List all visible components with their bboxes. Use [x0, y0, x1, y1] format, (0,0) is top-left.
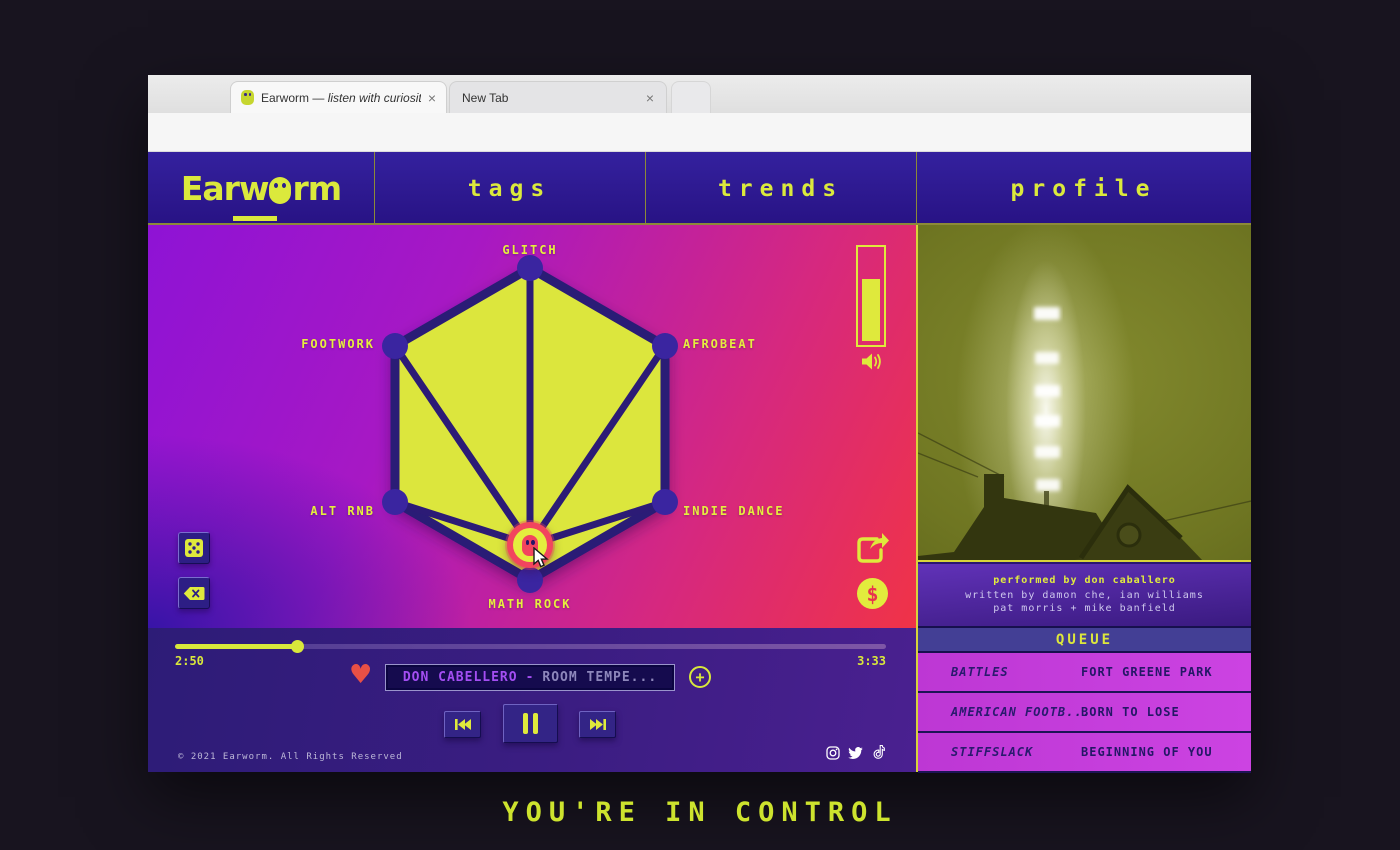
tagline-text: YOU'RE IN CONTROL	[502, 797, 898, 828]
randomize-button[interactable]	[178, 532, 210, 564]
earworm-favicon-icon	[241, 90, 254, 105]
vertex-afrobeat[interactable]	[652, 333, 678, 359]
twitter-icon[interactable]	[848, 747, 863, 760]
queue-track: FORT GREENE PARK	[1081, 665, 1213, 679]
genre-label-glitch: GLITCH	[502, 243, 558, 257]
genre-label-math-rock: MATH ROCK	[488, 597, 572, 611]
right-panel: performed by don caballero written by da…	[916, 225, 1251, 773]
genre-label-footwork: FOOTWORK	[301, 337, 375, 351]
duration-time: 3:33	[857, 654, 886, 668]
progress-thumb[interactable]	[291, 640, 304, 653]
queue-item-battles[interactable]: BATTLES FORT GREENE PARK	[918, 653, 1251, 693]
backspace-icon	[183, 586, 205, 600]
mouse-cursor-icon	[533, 547, 549, 568]
nav-item-tags[interactable]: tags	[374, 152, 645, 225]
vertex-glitch[interactable]	[517, 255, 543, 281]
genre-label-indie-dance: INDIE DANCE	[683, 504, 785, 518]
logo-earworm[interactable]: Earw rm	[148, 152, 374, 225]
queue-item-american-football[interactable]: AMERICAN FOOTB... BORN TO LOSE	[918, 693, 1251, 733]
share-icon[interactable]	[853, 531, 891, 567]
close-icon[interactable]: ×	[646, 90, 654, 106]
queue-artist: STIFFSLACK	[951, 745, 1034, 759]
pause-button[interactable]	[503, 704, 558, 743]
player-bar: 2:50 3:33 ♥ DON CABELLERO - ROOM TEMPE..…	[148, 628, 916, 772]
genre-label-afrobeat: AFROBEAT	[683, 337, 757, 351]
elapsed-time: 2:50	[175, 654, 204, 668]
tab-title: Earworm — listen with curiosity	[261, 90, 421, 105]
tiktok-icon[interactable]	[872, 745, 885, 760]
copyright-text: © 2021 Earworm. All Rights Reserved	[178, 752, 403, 762]
track-name: ROOM TEMPE...	[542, 670, 658, 685]
queue-header: QUEUE	[918, 626, 1251, 653]
pause-icon	[523, 713, 538, 734]
queue-item-stiffslack[interactable]: STIFFSLACK BEGINNING OF YOU	[918, 733, 1251, 773]
queue-track: BORN TO LOSE	[1081, 705, 1180, 719]
queue-track: BEGINNING OF YOU	[1081, 745, 1213, 759]
nav-item-profile[interactable]: profile	[916, 152, 1251, 225]
tab-new-tab[interactable]: New Tab ×	[449, 81, 667, 113]
active-tab-underline	[233, 216, 277, 221]
now-playing-title[interactable]: DON CABELLERO - ROOM TEMPE...	[385, 664, 675, 691]
previous-button[interactable]	[444, 711, 481, 738]
next-icon	[589, 719, 606, 730]
tab-earworm[interactable]: Earworm — listen with curiosity ×	[230, 81, 447, 113]
browser-tab-strip: Earworm — listen with curiosity × New Ta…	[148, 75, 1251, 177]
artist-name: DON CABELLERO	[402, 670, 518, 685]
plus-icon: +	[695, 668, 705, 686]
browser-toolbar: ← → ⟳ http://www.earworm.io ☆ ⋮	[148, 113, 1251, 184]
track-credits: performed by don caballero written by da…	[918, 564, 1251, 626]
volume-fill	[862, 279, 880, 341]
dollar-icon: $	[866, 581, 879, 606]
queue-artist: BATTLES	[951, 665, 1009, 679]
browser-window: Earworm — listen with curiosity × New Ta…	[148, 75, 1251, 773]
written-by-text: written by damon che, ian williams pat mo…	[965, 590, 1204, 614]
add-to-queue-button[interactable]: +	[689, 666, 711, 688]
vertex-alt-rnb[interactable]	[382, 489, 408, 515]
vertex-math-rock[interactable]	[517, 567, 543, 593]
app-nav: Earw rm tags trends profile	[148, 152, 1251, 225]
new-tab-button[interactable]	[671, 81, 711, 113]
dice-icon	[185, 539, 203, 557]
clear-button[interactable]	[178, 577, 210, 609]
tab-title: New Tab	[462, 90, 509, 105]
instagram-icon[interactable]	[826, 746, 840, 760]
album-art-photo	[918, 225, 1251, 562]
previous-icon	[454, 719, 471, 730]
progress-fill	[175, 644, 297, 649]
tip-button[interactable]: $	[857, 578, 888, 609]
genre-label-alt-rnb: ALT RNB	[310, 504, 375, 518]
queue-artist: AMERICAN FOOTB...	[951, 705, 1091, 719]
progress-track[interactable]	[175, 640, 886, 653]
close-icon[interactable]: ×	[428, 90, 436, 106]
performed-by-text: performed by don caballero	[993, 575, 1176, 586]
favorite-heart-icon[interactable]: ♥	[349, 660, 372, 690]
vertex-footwork[interactable]	[382, 333, 408, 359]
vertex-indie-dance[interactable]	[652, 489, 678, 515]
volume-slider[interactable]	[856, 245, 886, 347]
nav-item-trends[interactable]: trends	[645, 152, 916, 225]
speaker-icon[interactable]	[860, 352, 884, 371]
worm-icon	[269, 177, 292, 204]
next-button[interactable]	[579, 711, 616, 738]
genre-mixer-area: GLITCH AFROBEAT INDIE DANCE MATH ROCK AL…	[148, 225, 916, 628]
